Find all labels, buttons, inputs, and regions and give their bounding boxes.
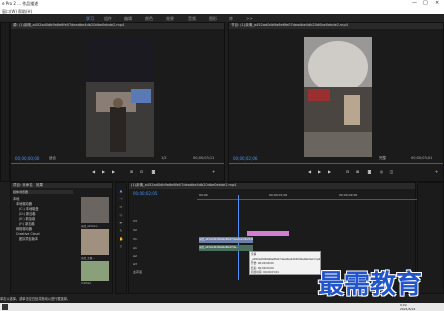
- system-clock: 9:02 2021/6/24: [400, 303, 415, 311]
- program-video: [304, 37, 372, 157]
- track-v1-label[interactable]: V1: [133, 237, 137, 241]
- close-button[interactable]: ×: [435, 0, 439, 6]
- source-scrubber[interactable]: [11, 163, 224, 164]
- clip-tooltip: 亲情_a452ad0db9a6e6fe07deadbe4db20dbe0ebde…: [249, 251, 321, 275]
- program-step-forward-icon[interactable]: ▶: [327, 170, 332, 174]
- program-extract-icon[interactable]: ⊠: [355, 170, 360, 174]
- source-step-back-icon[interactable]: ◀: [91, 170, 96, 174]
- timeline-timecode: 00;00;02;05: [133, 191, 158, 196]
- timeline-ruler[interactable]: [197, 199, 417, 200]
- ruler-tick-1: 00;00;01;00: [269, 193, 288, 197]
- file-tree: 本地 本地驱动器 (C:) 本地磁盘 (D:) 新加卷 (E:) 新加卷 (F:…: [13, 197, 39, 242]
- program-vr-icon[interactable]: ◎: [379, 170, 384, 174]
- tree-team-projects[interactable]: 团队项目版本: [13, 237, 39, 242]
- program-header: 节目: (1)亲情_a452ad0db9a6e6fe07deadbe4db20d…: [229, 23, 443, 29]
- program-lift-icon[interactable]: ⊟: [345, 170, 350, 174]
- pen-tool-icon[interactable]: ✎: [119, 229, 123, 233]
- tooltip-name: 亲情_a452ad0db9a6e6fe07deadbe4db20dbe0ebde…: [251, 253, 321, 261]
- clip-v1[interactable]: 亲情_a452ad0db9a6e6fe07deadbe4db20dbe0ebde…: [199, 237, 253, 243]
- selection-tool-icon[interactable]: ▲: [119, 189, 123, 193]
- thumbnail-1-label: 亲情_a452ad...: [81, 225, 100, 228]
- source-duration: 00;00;03;11: [193, 156, 215, 160]
- source-fit-select[interactable]: 适合: [49, 156, 56, 161]
- track-v3-label[interactable]: V3: [133, 219, 137, 223]
- thumbnail-3[interactable]: [81, 261, 109, 281]
- project-tabs: 项目: 未命名 效果: [11, 183, 112, 188]
- program-camera-icon[interactable]: ◙: [367, 170, 372, 174]
- hand-tool-icon[interactable]: ✋: [119, 237, 123, 241]
- program-scrubber[interactable]: [229, 163, 443, 164]
- track-a1-label[interactable]: A1: [133, 246, 137, 250]
- clip-v2[interactable]: [247, 231, 289, 236]
- source-insert-icon[interactable]: ⊞: [129, 170, 134, 174]
- media-browser-tab[interactable]: 媒体浏览器: [13, 190, 73, 194]
- program-fit-select[interactable]: 完整: [379, 156, 386, 161]
- source-step-forward-icon[interactable]: ▶: [111, 170, 116, 174]
- ruler-tick-0: 00;00: [199, 193, 208, 197]
- workspace-bar: 学习 组件 编辑 颜色 效果 音频 图形 库 >>: [0, 14, 444, 22]
- taskbar: 9:02 2021/6/24: [0, 303, 444, 311]
- ruler-tick-2: 00;00;02;00: [339, 193, 358, 197]
- source-frame: [86, 37, 154, 157]
- thumbnail-2-label: 亲情_主题...: [81, 257, 95, 260]
- ripple-edit-tool-icon[interactable]: ⇔: [119, 205, 123, 209]
- source-add-button-icon[interactable]: +: [211, 170, 216, 174]
- program-comparison-icon[interactable]: ◫: [389, 170, 394, 174]
- source-video: [86, 37, 154, 157]
- thumbnail-2[interactable]: [81, 229, 109, 255]
- program-monitor: 节目: (1)亲情_a452ad0db9a6e6fe07deadbe4db20d…: [228, 22, 444, 182]
- watermark-logo: 最需教育: [318, 270, 423, 300]
- minimize-button[interactable]: —: [412, 0, 417, 6]
- program-add-button-icon[interactable]: +: [434, 170, 439, 174]
- source-timecode: 00;00;00;00: [15, 156, 40, 161]
- source-scale-select[interactable]: 1/2: [161, 156, 167, 160]
- track-v2-label[interactable]: V2: [133, 228, 137, 232]
- tools-panel: ▲ ⇢ ⇔ ◇ ⇹ ✎ ✋ T: [115, 182, 127, 294]
- timeline-header: (1)亲情_a452ad0db9a6e6fe07deadbe4db20dbe0e…: [129, 183, 415, 189]
- track-select-tool-icon[interactable]: ⇢: [119, 197, 123, 201]
- workspace-more[interactable]: >>: [246, 16, 253, 21]
- type-tool-icon[interactable]: T: [119, 245, 123, 249]
- clock-date: 2021/6/24: [400, 307, 416, 311]
- program-frame: [304, 37, 372, 157]
- project-panel: 项目: 未命名 效果 媒体浏览器 本地 本地驱动器 (C:) 本地磁盘 (D:)…: [10, 182, 113, 294]
- program-step-back-icon[interactable]: ◀: [307, 170, 312, 174]
- tab-project[interactable]: 项目: 未命名: [13, 183, 33, 187]
- track-master-label[interactable]: 主声道: [133, 270, 142, 274]
- tab-effects[interactable]: 效果: [36, 183, 43, 187]
- slip-tool-icon[interactable]: ⇹: [119, 221, 123, 225]
- thumbnail-1[interactable]: [81, 197, 109, 223]
- program-duration: 00;00;03;01: [411, 156, 433, 160]
- start-icon[interactable]: [2, 304, 8, 310]
- clip-a1[interactable]: 亲情_a452ad0db9a6e6fe07de...: [199, 245, 253, 251]
- source-camera-icon[interactable]: ◙: [151, 170, 156, 174]
- track-a2-label[interactable]: A2: [133, 254, 137, 258]
- title-bar: e Pro 2 ... 作品描述 — □ ×: [0, 0, 444, 8]
- source-header: 源: (1)亲情_a452ad0db9a6e6fe07deadbe4db20db…: [11, 23, 224, 29]
- source-monitor: 源: (1)亲情_a452ad0db9a6e6fe07deadbe4db20db…: [10, 22, 225, 182]
- razor-tool-icon[interactable]: ◇: [119, 213, 123, 217]
- program-timecode: 00;00;02;06: [233, 156, 258, 161]
- source-play-icon[interactable]: ▶: [101, 170, 106, 174]
- source-overwrite-icon[interactable]: ⊡: [139, 170, 144, 174]
- window-title: e Pro 2 ... 作品描述: [2, 1, 39, 6]
- status-bar: 单击以选择，或单击空白处并拖动以进行框选择。: [0, 297, 71, 301]
- track-a3-label[interactable]: A3: [133, 262, 137, 266]
- left-strip: [0, 22, 10, 182]
- tooltip-duration: 持续时间: 00;00;03;01: [251, 271, 279, 274]
- thumbnail-3-label: Untitled: [81, 282, 91, 285]
- program-play-icon[interactable]: ▶: [317, 170, 322, 174]
- maximize-button[interactable]: □: [423, 0, 428, 6]
